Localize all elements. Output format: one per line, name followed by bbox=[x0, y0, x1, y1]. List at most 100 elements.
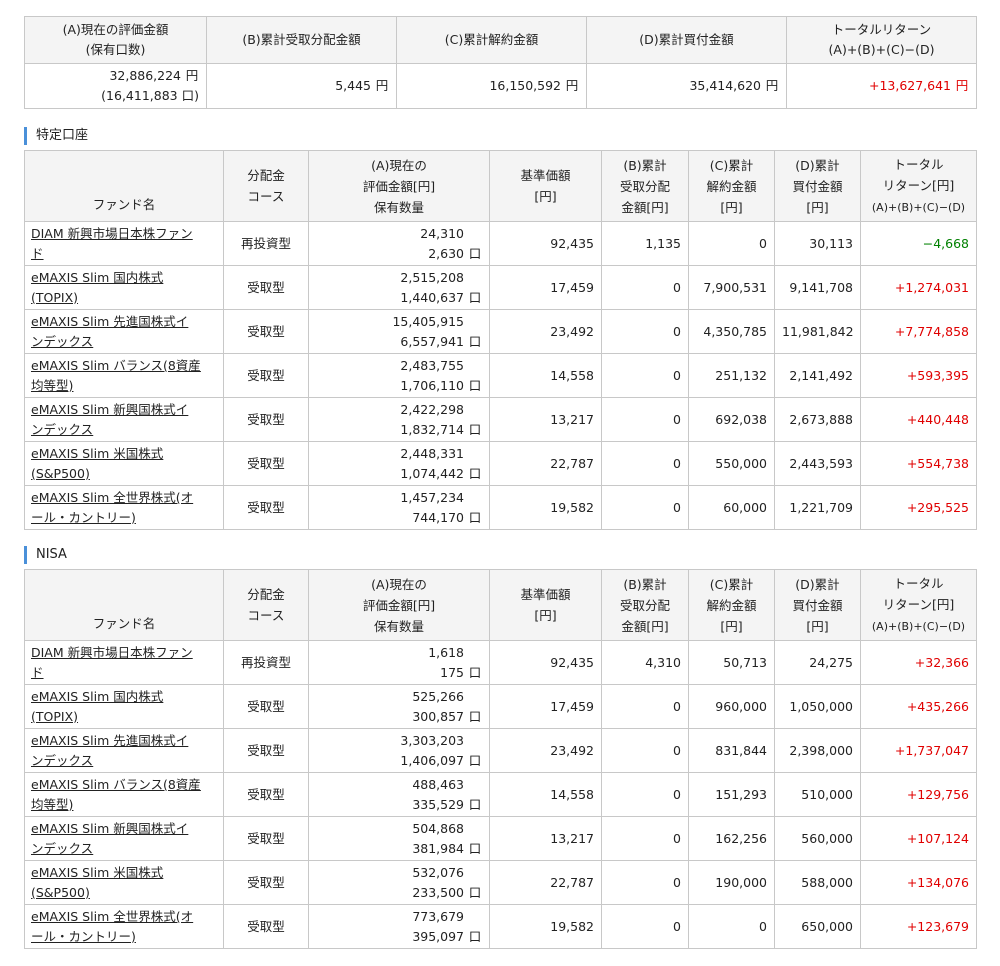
fund-name-cell: eMAXIS Slim 米国株式 (S&P500) bbox=[24, 441, 224, 486]
fund-distribution: 0 bbox=[601, 309, 689, 354]
fund-distribution: 0 bbox=[601, 353, 689, 398]
header-distribution: (B)累計 受取分配 金額[円] bbox=[601, 150, 689, 222]
fund-name-link[interactable]: eMAXIS Slim 米国株式 (S&P500) bbox=[31, 865, 163, 900]
header-buy: (D)累計 買付金額 [円] bbox=[774, 150, 861, 222]
fund-distribution: 0 bbox=[601, 816, 689, 861]
fund-distribution: 0 bbox=[601, 728, 689, 773]
fund-row: eMAXIS Slim 新興国株式イ ンデックス 受取型 504,868 381,98… bbox=[24, 816, 977, 861]
fund-return: +554,738 bbox=[860, 441, 977, 486]
summary-header-row: (A)現在の評価金額 (保有口数) (B)累計受取分配金額 (C)累計解約金額 (… bbox=[24, 16, 977, 64]
fund-course: 受取型 bbox=[223, 265, 309, 310]
fund-sell: 0 bbox=[688, 904, 775, 949]
fund-valuation: 1,618 175 口 bbox=[308, 640, 490, 685]
fund-sell: 550,000 bbox=[688, 441, 775, 486]
fund-course: 受取型 bbox=[223, 816, 309, 861]
fund-sell: 190,000 bbox=[688, 860, 775, 905]
fund-course: 受取型 bbox=[223, 860, 309, 905]
fund-nav: 13,217 bbox=[489, 397, 602, 442]
fund-return: −4,668 bbox=[860, 221, 977, 266]
fund-buy: 1,050,000 bbox=[774, 684, 861, 729]
fund-name-link[interactable]: eMAXIS Slim 先進国株式イ ンデックス bbox=[31, 314, 188, 349]
fund-row: eMAXIS Slim 国内株式 (TOPIX) 受取型 525,266 300,85… bbox=[24, 684, 977, 729]
fund-name-link[interactable]: eMAXIS Slim 全世界株式(オ ール・カントリー) bbox=[31, 490, 193, 525]
fund-course: 受取型 bbox=[223, 684, 309, 729]
fund-name-link[interactable]: eMAXIS Slim 全世界株式(オ ール・カントリー) bbox=[31, 909, 193, 944]
fund-distribution: 1,135 bbox=[601, 221, 689, 266]
fund-distribution: 0 bbox=[601, 772, 689, 817]
fund-return: +32,366 bbox=[860, 640, 977, 685]
summary-sell: 16,150,592 円 bbox=[396, 63, 587, 109]
fund-name-link[interactable]: eMAXIS Slim 新興国株式イ ンデックス bbox=[31, 402, 188, 437]
fund-buy: 2,141,492 bbox=[774, 353, 861, 398]
fund-sell: 151,293 bbox=[688, 772, 775, 817]
fund-name-cell: DIAM 新興市場日本株ファンド bbox=[24, 640, 224, 685]
summary-value-row: 32,886,224 円 (16,411,883 口) 5,445 円 16,1… bbox=[24, 63, 977, 109]
fund-buy: 1,221,709 bbox=[774, 485, 861, 530]
fund-sell: 960,000 bbox=[688, 684, 775, 729]
header-sell: (C)累計 解約金額 [円] bbox=[688, 150, 775, 222]
section-title-nisa: NISA bbox=[24, 546, 67, 564]
header-course: 分配金 コース bbox=[223, 150, 309, 222]
fund-distribution: 0 bbox=[601, 485, 689, 530]
fund-nav: 17,459 bbox=[489, 265, 602, 310]
fund-distribution: 0 bbox=[601, 265, 689, 310]
fund-name-cell: eMAXIS Slim 全世界株式(オ ール・カントリー) bbox=[24, 485, 224, 530]
fund-buy: 2,673,888 bbox=[774, 397, 861, 442]
fund-name-link[interactable]: eMAXIS Slim 先進国株式イ ンデックス bbox=[31, 733, 188, 768]
fund-header-row: ファンド名 分配金 コース (A)現在の 評価金額[円] 保有数量 基準価額 [円] (… bbox=[24, 569, 977, 641]
fund-name-link[interactable]: DIAM 新興市場日本株ファンド bbox=[31, 226, 193, 261]
fund-name-link[interactable]: DIAM 新興市場日本株ファンド bbox=[31, 645, 193, 680]
fund-return: +593,395 bbox=[860, 353, 977, 398]
fund-buy: 560,000 bbox=[774, 816, 861, 861]
summary-return: +13,627,641 円 bbox=[786, 63, 977, 109]
fund-name-cell: eMAXIS Slim 新興国株式イ ンデックス bbox=[24, 397, 224, 442]
fund-row: eMAXIS Slim 国内株式 (TOPIX) 受取型 2,515,208 1,44… bbox=[24, 265, 977, 310]
fund-course: 再投資型 bbox=[223, 221, 309, 266]
fund-nav: 17,459 bbox=[489, 684, 602, 729]
summary-buy: 35,414,620 円 bbox=[586, 63, 787, 109]
fund-row: eMAXIS Slim 米国株式 (S&P500) 受取型 2,448,331 1,0… bbox=[24, 441, 977, 486]
fund-distribution: 0 bbox=[601, 860, 689, 905]
fund-return: +107,124 bbox=[860, 816, 977, 861]
fund-name-link[interactable]: eMAXIS Slim 米国株式 (S&P500) bbox=[31, 446, 163, 481]
fund-name-link[interactable]: eMAXIS Slim 新興国株式イ ンデックス bbox=[31, 821, 188, 856]
fund-name-cell: eMAXIS Slim 米国株式 (S&P500) bbox=[24, 860, 224, 905]
fund-valuation: 24,310 2,630 口 bbox=[308, 221, 490, 266]
fund-name-cell: eMAXIS Slim 国内株式 (TOPIX) bbox=[24, 265, 224, 310]
fund-name-cell: eMAXIS Slim 国内株式 (TOPIX) bbox=[24, 684, 224, 729]
fund-name-link[interactable]: eMAXIS Slim 国内株式 (TOPIX) bbox=[31, 689, 163, 724]
fund-buy: 30,113 bbox=[774, 221, 861, 266]
fund-buy: 588,000 bbox=[774, 860, 861, 905]
fund-course: 受取型 bbox=[223, 904, 309, 949]
fund-row: eMAXIS Slim 全世界株式(オ ール・カントリー) 受取型 1,457,234… bbox=[24, 485, 977, 530]
fund-valuation: 2,515,208 1,440,637 口 bbox=[308, 265, 490, 310]
summary-table: (A)現在の評価金額 (保有口数) (B)累計受取分配金額 (C)累計解約金額 (… bbox=[24, 16, 977, 109]
fund-course: 受取型 bbox=[223, 772, 309, 817]
fund-valuation: 2,483,755 1,706,110 口 bbox=[308, 353, 490, 398]
fund-sell: 60,000 bbox=[688, 485, 775, 530]
fund-row: eMAXIS Slim 米国株式 (S&P500) 受取型 532,076 233,5… bbox=[24, 860, 977, 905]
fund-return: +1,274,031 bbox=[860, 265, 977, 310]
summary-header-return: トータルリターン (A)+(B)+(C)−(D) bbox=[786, 16, 977, 64]
fund-name-cell: eMAXIS Slim 新興国株式イ ンデックス bbox=[24, 816, 224, 861]
fund-name-link[interactable]: eMAXIS Slim バランス(8資産 均等型) bbox=[31, 358, 201, 393]
fund-sell: 692,038 bbox=[688, 397, 775, 442]
fund-distribution: 0 bbox=[601, 441, 689, 486]
fund-name-link[interactable]: eMAXIS Slim バランス(8資産 均等型) bbox=[31, 777, 201, 812]
fund-row: eMAXIS Slim 先進国株式イ ンデックス 受取型 3,303,203 1,40… bbox=[24, 728, 977, 773]
fund-name-link[interactable]: eMAXIS Slim 国内株式 (TOPIX) bbox=[31, 270, 163, 305]
summary-distribution: 5,445 円 bbox=[206, 63, 397, 109]
fund-return: +1,737,047 bbox=[860, 728, 977, 773]
fund-nav: 92,435 bbox=[489, 221, 602, 266]
fund-table-nisa: ファンド名 分配金 コース (A)現在の 評価金額[円] 保有数量 基準価額 [円] (… bbox=[24, 569, 977, 949]
fund-course: 受取型 bbox=[223, 309, 309, 354]
header-valuation: (A)現在の 評価金額[円] 保有数量 bbox=[308, 150, 490, 222]
fund-nav: 19,582 bbox=[489, 485, 602, 530]
fund-buy: 9,141,708 bbox=[774, 265, 861, 310]
fund-row: DIAM 新興市場日本株ファンド再投資型 1,618 175 口 92,435 4,3… bbox=[24, 640, 977, 685]
fund-return: +440,448 bbox=[860, 397, 977, 442]
summary-header-sell: (C)累計解約金額 bbox=[396, 16, 587, 64]
fund-return: +129,756 bbox=[860, 772, 977, 817]
fund-nav: 13,217 bbox=[489, 816, 602, 861]
fund-distribution: 0 bbox=[601, 684, 689, 729]
